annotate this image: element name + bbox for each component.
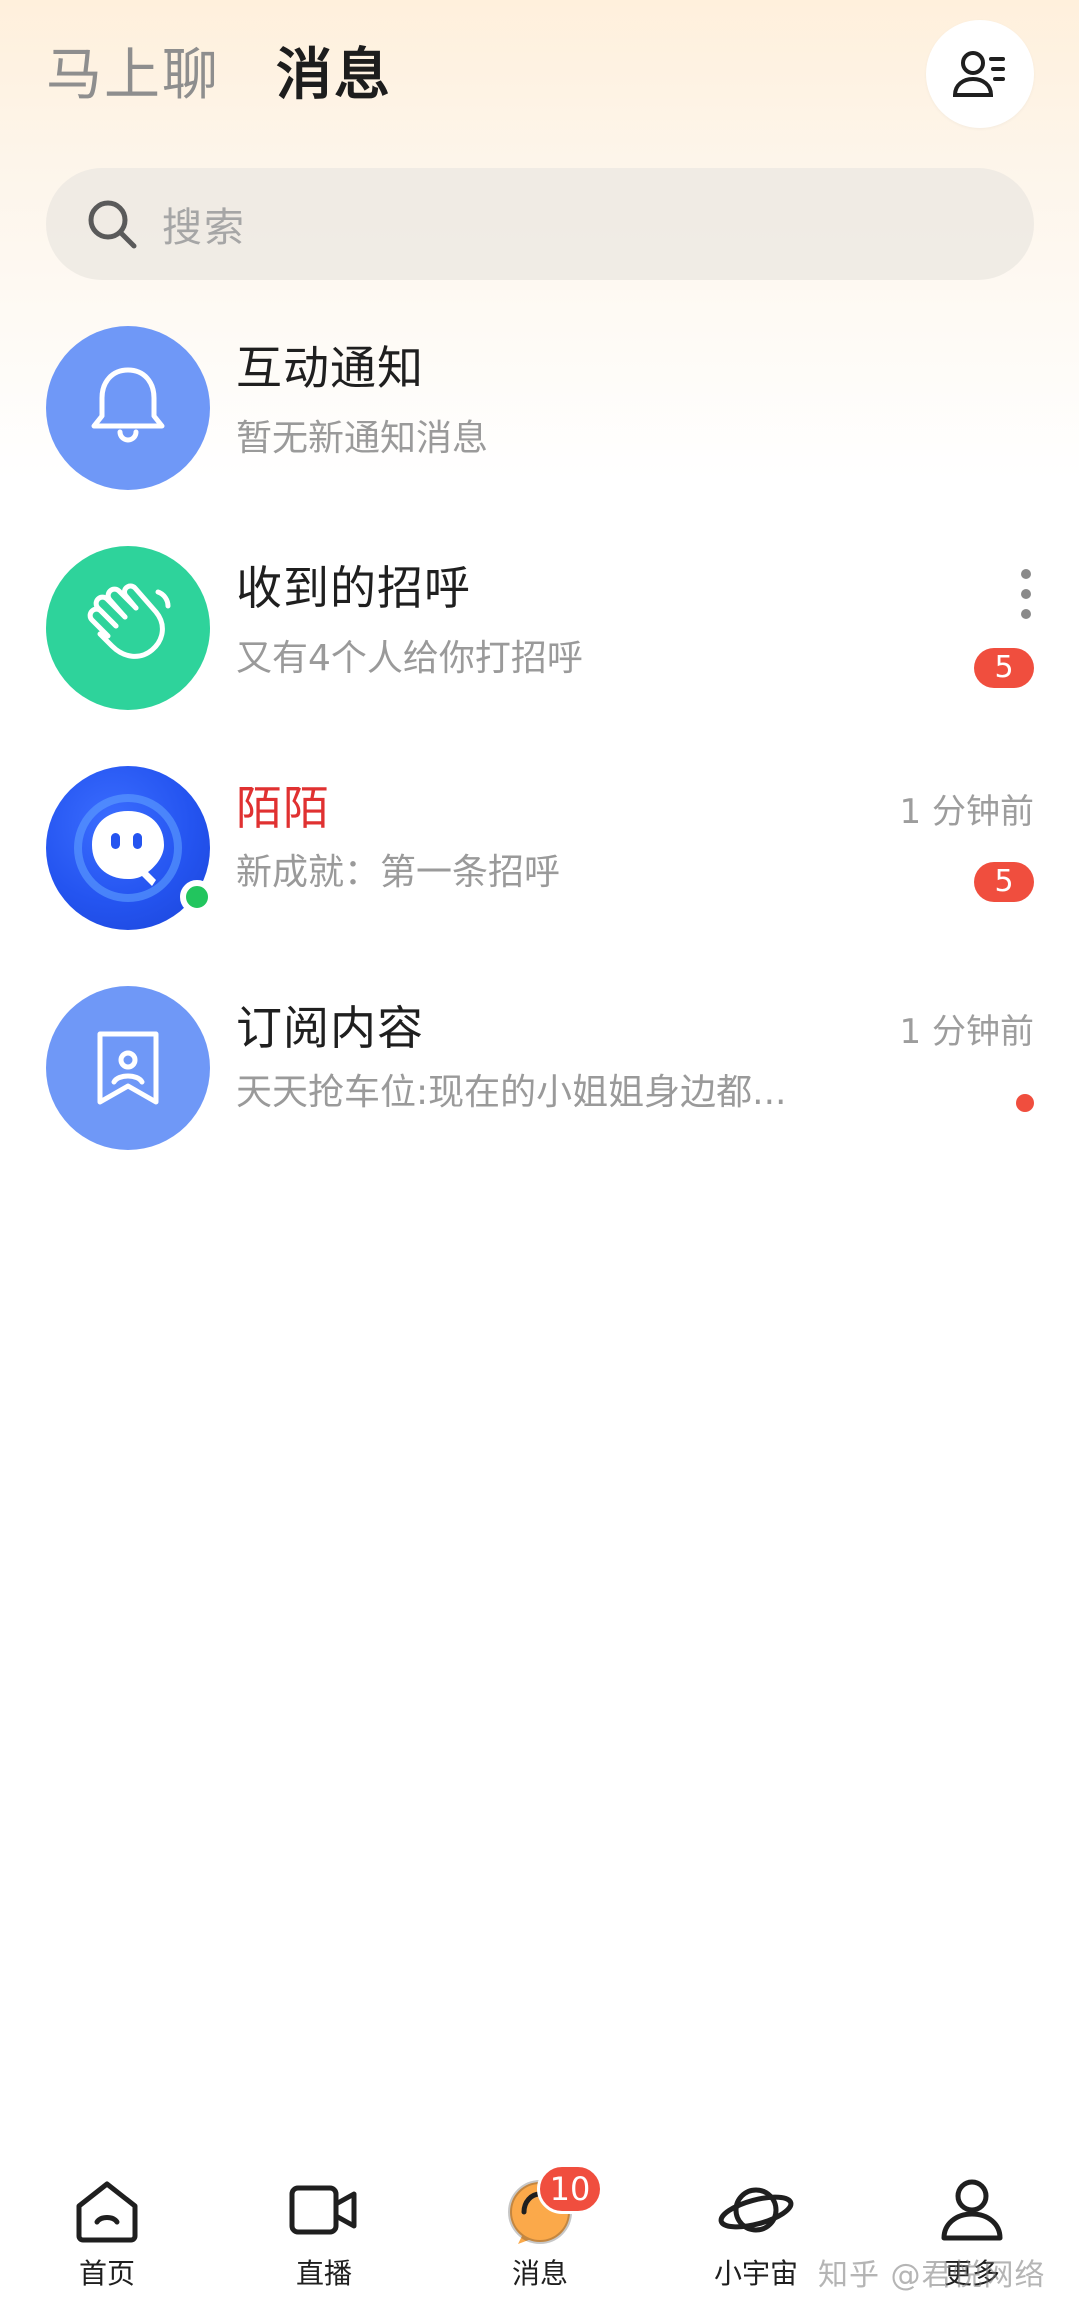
avatar [46, 546, 210, 710]
conversation-time: 1 分钟前 [899, 792, 1034, 832]
messages-count-badge: 10 [537, 2164, 603, 2214]
conversation-preview: 天天抢车位:现在的小姐姐身边都... [236, 1072, 787, 1113]
conversation-title: 收到的招呼 [236, 561, 471, 615]
nav-label: 首页 [78, 2257, 135, 2290]
conversation-title: 陌陌 [236, 781, 330, 835]
waving-hand-icon [87, 583, 171, 659]
unread-badge: 5 [974, 862, 1034, 902]
tab-chat[interactable]: 马上聊 [46, 36, 220, 116]
search-bar[interactable]: 搜索 [46, 168, 1034, 280]
conversation-interaction-notice[interactable]: 互动通知 暂无新通知消息 [0, 310, 1079, 510]
bookmark-icon [97, 1031, 159, 1105]
video-camera-icon [289, 2185, 357, 2235]
search-placeholder: 搜索 [162, 205, 246, 251]
person-icon [941, 2179, 1003, 2241]
momo-logo-icon [74, 794, 182, 902]
nav-universe[interactable]: 小宇宙 [676, 2160, 836, 2314]
tab-messages[interactable]: 消息 [276, 36, 392, 116]
conversation-title: 订阅内容 [236, 1001, 424, 1055]
planet-icon [718, 2187, 794, 2233]
watermark: 知乎 @君悦网络 [818, 2258, 1046, 2293]
conversation-time: 1 分钟前 [899, 1012, 1034, 1052]
nav-live[interactable]: 直播 [244, 2160, 404, 2314]
conversation-preview: 新成就：第一条招呼 [236, 852, 561, 893]
home-icon [76, 2181, 138, 2243]
avatar [46, 326, 210, 490]
bell-icon [91, 367, 165, 443]
unread-badge: 5 [974, 648, 1034, 688]
avatar [46, 986, 210, 1150]
nav-label: 消息 [511, 2257, 568, 2290]
conversation-preview: 又有4个人给你打招呼 [236, 638, 583, 679]
conversation-subscriptions[interactable]: 订阅内容 天天抢车位:现在的小姐姐身边都... 1 分钟前 [0, 970, 1079, 1170]
nav-home[interactable]: 首页 [27, 2160, 187, 2314]
conversation-received-greetings[interactable]: 收到的招呼 又有4个人给你打招呼 5 [0, 530, 1079, 730]
nav-label: 小宇宙 [713, 2257, 798, 2290]
contacts-icon [952, 51, 1005, 97]
more-options-icon[interactable] [1018, 568, 1034, 620]
contacts-button[interactable] [926, 20, 1034, 128]
unread-dot [1016, 1094, 1034, 1112]
conversation-preview: 暂无新通知消息 [236, 418, 489, 459]
conversation-momo[interactable]: 陌陌 新成就：第一条招呼 1 分钟前 5 [0, 750, 1079, 950]
online-status-dot [180, 880, 214, 914]
nav-label: 直播 [295, 2257, 352, 2290]
search-icon [88, 200, 137, 249]
conversation-title: 互动通知 [236, 341, 424, 395]
